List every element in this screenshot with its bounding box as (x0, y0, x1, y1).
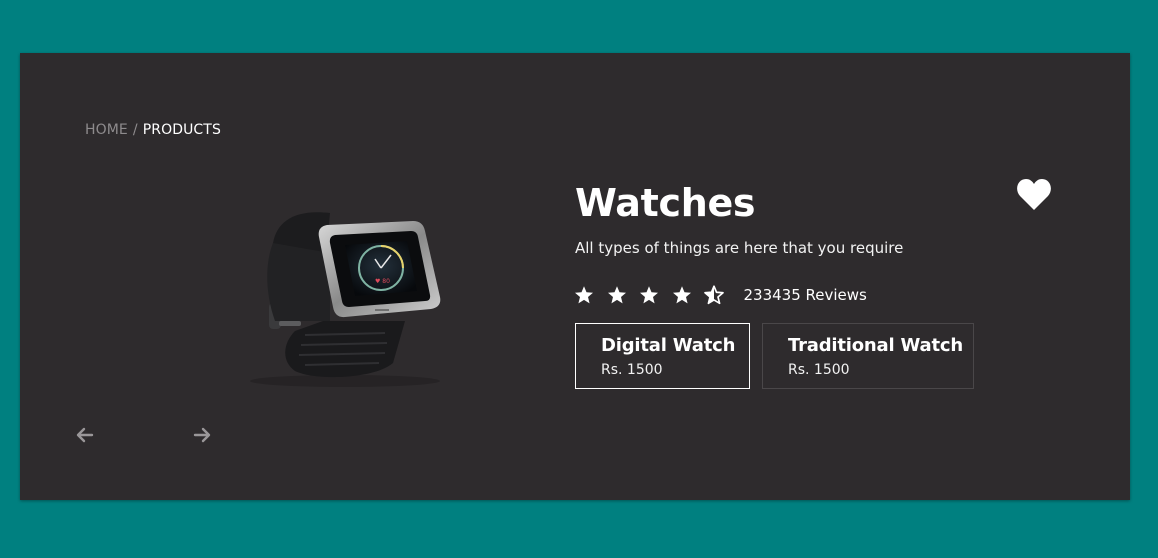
star-half-icon (704, 285, 724, 305)
product-subtitle: All types of things are here that you re… (575, 239, 904, 257)
breadcrumb-separator: / (132, 122, 138, 138)
heart-icon[interactable] (1016, 178, 1052, 212)
breadcrumb-home-link[interactable]: HOME (85, 122, 128, 138)
review-count: 233435 Reviews (743, 286, 867, 304)
star-full-icon (640, 286, 658, 304)
fitness-watch-image: ♥ 80 (250, 212, 441, 387)
star-full-icon (607, 286, 626, 304)
option-name: Digital Watch (601, 335, 736, 356)
option-price: Rs. 1500 (601, 362, 663, 378)
option-digital-watch[interactable]: Digital Watch Rs. 1500 (575, 323, 750, 389)
svg-text:♥ 80: ♥ 80 (375, 278, 390, 285)
option-traditional-watch[interactable]: Traditional Watch Rs. 1500 (762, 323, 974, 389)
arrow-left-icon[interactable] (75, 425, 95, 445)
breadcrumb-current: PRODUCTS (142, 122, 221, 138)
option-price: Rs. 1500 (788, 362, 850, 378)
product-card: HOME / PRODUCTS ♥ 80 Watches All types o… (20, 53, 1130, 500)
star-full-icon (672, 286, 691, 304)
product-title: Watches (575, 181, 756, 225)
rating: 233435 Reviews (574, 285, 867, 305)
breadcrumb: HOME / PRODUCTS (85, 122, 221, 138)
star-full-icon (575, 286, 593, 304)
option-name: Traditional Watch (788, 335, 963, 356)
arrow-right-icon[interactable] (192, 425, 212, 445)
